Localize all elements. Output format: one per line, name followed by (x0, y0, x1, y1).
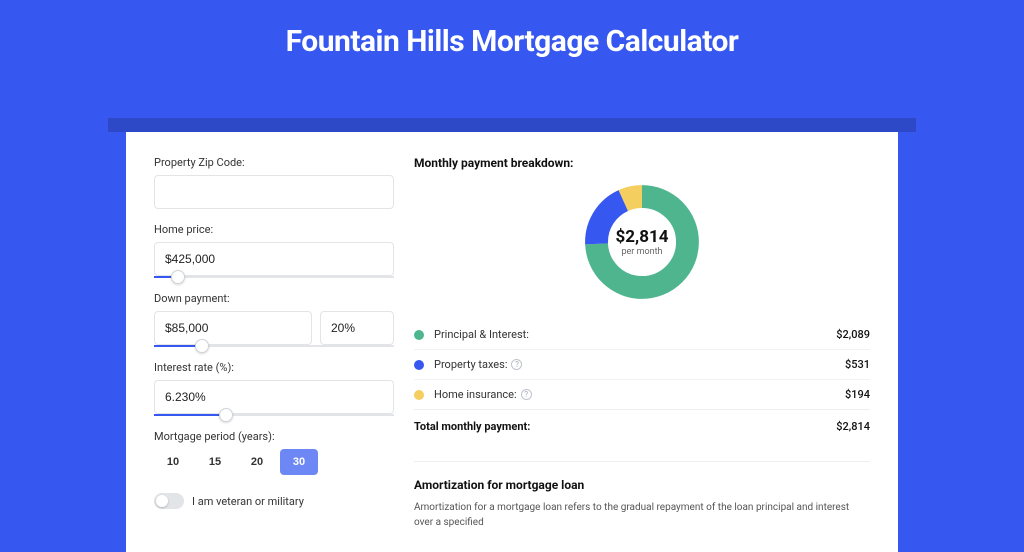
main-column: Monthly payment breakdown: $2,814 per mo… (414, 156, 870, 528)
interest-rate-label: Interest rate (%): (154, 361, 394, 374)
interest-rate-field: Interest rate (%): (154, 361, 394, 416)
slider-thumb-icon[interactable] (171, 270, 185, 284)
breakdown-header: Monthly payment breakdown: (414, 156, 870, 170)
interest-rate-slider[interactable] (154, 414, 394, 416)
period-button-group: 10 15 20 30 (154, 449, 394, 475)
legend-dot-icon (414, 390, 424, 400)
total-value: $2,814 (836, 420, 870, 433)
breakdown-list: Principal & Interest: $2,089 Property ta… (414, 320, 870, 441)
breakdown-label: Property taxes: ? (434, 358, 845, 371)
down-payment-input[interactable] (154, 311, 312, 345)
form-column: Property Zip Code: Home price: Down paym… (154, 156, 394, 528)
header-stripe (108, 118, 916, 132)
home-price-slider[interactable] (154, 276, 394, 278)
down-payment-label: Down payment: (154, 292, 394, 305)
veteran-row: I am veteran or military (154, 493, 394, 509)
home-price-input[interactable] (154, 242, 394, 276)
home-price-field: Home price: (154, 223, 394, 278)
breakdown-label: Principal & Interest: (434, 328, 836, 341)
breakdown-value: $194 (845, 388, 870, 401)
slider-thumb-icon[interactable] (195, 339, 209, 353)
breakdown-row-insurance: Home insurance: ? $194 (414, 379, 870, 409)
breakdown-label: Home insurance: ? (434, 388, 845, 401)
breakdown-card: Monthly payment breakdown: $2,814 per mo… (414, 156, 870, 462)
legend-dot-icon (414, 360, 424, 370)
help-icon[interactable]: ? (511, 359, 522, 370)
zip-label: Property Zip Code: (154, 156, 394, 169)
down-payment-slider[interactable] (154, 345, 394, 347)
period-label: Mortgage period (years): (154, 430, 394, 443)
down-payment-field: Down payment: (154, 292, 394, 347)
amortization-text: Amortization for a mortgage loan refers … (414, 500, 870, 530)
breakdown-value: $2,089 (836, 328, 870, 341)
breakdown-row-total: Total monthly payment: $2,814 (414, 409, 870, 441)
interest-rate-input[interactable] (154, 380, 394, 414)
zip-field: Property Zip Code: (154, 156, 394, 209)
breakdown-row-principal: Principal & Interest: $2,089 (414, 320, 870, 349)
period-field: Mortgage period (years): 10 15 20 30 (154, 430, 394, 475)
home-price-label: Home price: (154, 223, 394, 236)
slider-thumb-icon[interactable] (219, 408, 233, 422)
legend-dot-icon (414, 330, 424, 340)
down-payment-pct-input[interactable] (320, 311, 394, 345)
donut-amount: $2,814 (616, 227, 669, 247)
period-button-10[interactable]: 10 (154, 449, 192, 475)
veteran-toggle[interactable] (154, 493, 184, 509)
amortization-title: Amortization for mortgage loan (414, 478, 870, 492)
donut-chart: $2,814 per month (582, 182, 702, 302)
total-label: Total monthly payment: (414, 420, 836, 433)
breakdown-label-text: Home insurance: (434, 388, 517, 401)
breakdown-row-taxes: Property taxes: ? $531 (414, 349, 870, 379)
period-button-15[interactable]: 15 (196, 449, 234, 475)
help-icon[interactable]: ? (521, 389, 532, 400)
breakdown-label-text: Property taxes: (434, 358, 507, 371)
veteran-label: I am veteran or military (192, 495, 304, 508)
amortization-card: Amortization for mortgage loan Amortizat… (414, 478, 870, 530)
breakdown-value: $531 (845, 358, 870, 371)
calculator-panel: Property Zip Code: Home price: Down paym… (126, 132, 898, 552)
period-button-30[interactable]: 30 (280, 449, 318, 475)
zip-input[interactable] (154, 175, 394, 209)
donut-sublabel: per month (621, 247, 662, 257)
page-title: Fountain Hills Mortgage Calculator (0, 0, 1024, 77)
period-button-20[interactable]: 20 (238, 449, 276, 475)
